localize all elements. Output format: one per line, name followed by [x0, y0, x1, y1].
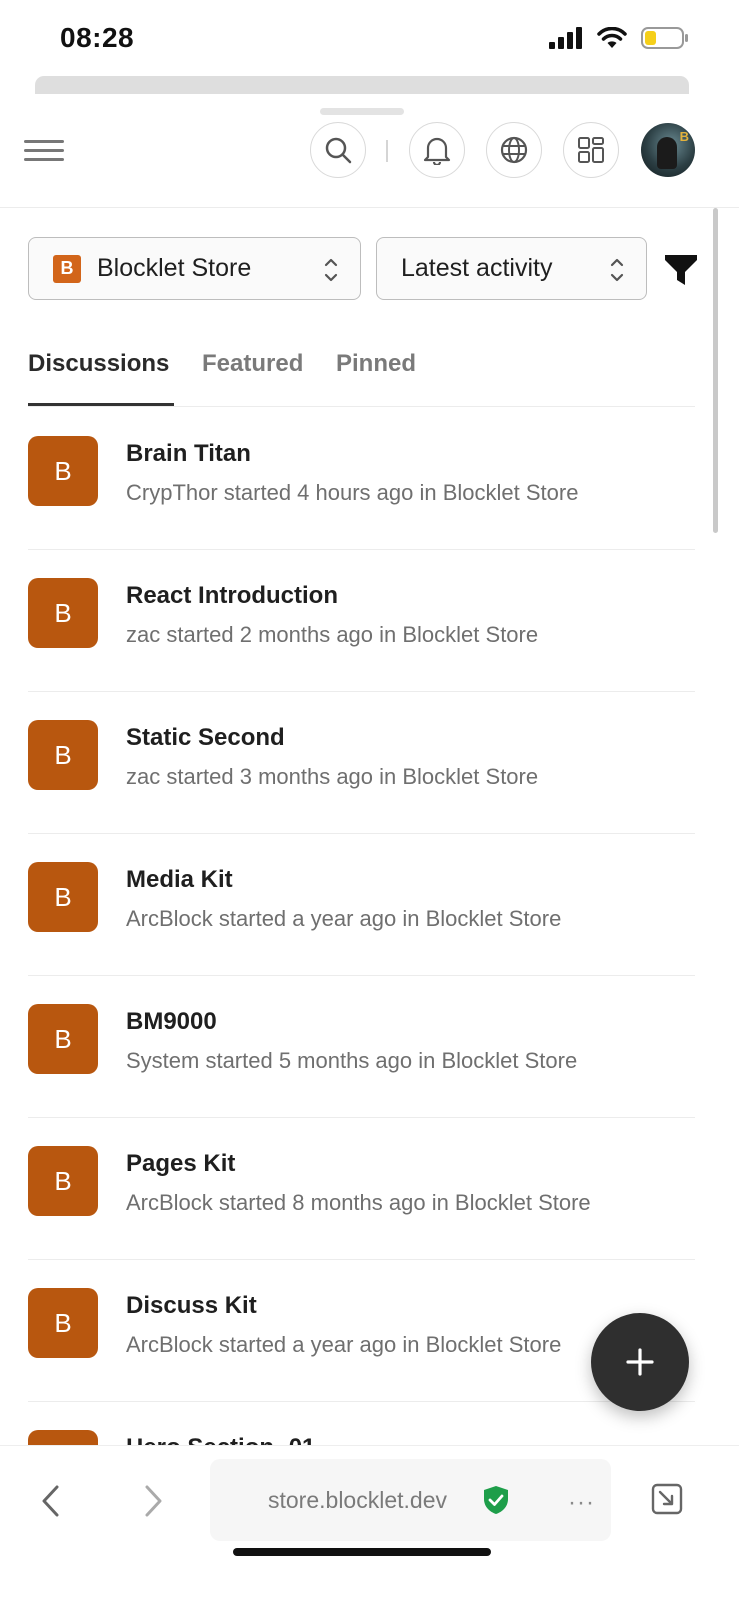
address-bar[interactable]: store.blocklet.dev ···	[210, 1459, 611, 1541]
discussion-title[interactable]: Discuss Kit	[126, 1292, 257, 1320]
board-avatar: B	[28, 436, 98, 506]
bell-icon	[423, 137, 451, 165]
header-divider	[386, 140, 388, 162]
user-avatar[interactable]: B	[641, 123, 695, 177]
discussion-title[interactable]: Pages Kit	[126, 1150, 235, 1178]
discussion-title[interactable]: Media Kit	[126, 866, 233, 894]
home-indicator[interactable]	[233, 1548, 491, 1556]
language-button[interactable]	[486, 122, 542, 178]
notifications-button[interactable]	[409, 122, 465, 178]
secure-shield-icon	[484, 1486, 508, 1514]
status-icons	[549, 26, 689, 50]
discussion-title[interactable]: BM9000	[126, 1008, 217, 1036]
avatar-badge-icon: B	[679, 129, 689, 144]
chevron-updown-icon	[610, 258, 624, 282]
minimize-window-icon[interactable]	[650, 1482, 684, 1516]
board-avatar: B	[28, 1288, 98, 1358]
sort-select[interactable]: Latest activity	[376, 237, 647, 300]
battery-icon	[641, 27, 688, 49]
discussion-title[interactable]: Hero Section -01	[126, 1434, 315, 1445]
wifi-icon	[597, 27, 627, 48]
search-button[interactable]	[310, 122, 366, 178]
menu-icon-line	[24, 148, 64, 152]
signal-icon	[549, 27, 582, 49]
discussion-title[interactable]: Static Second	[126, 724, 285, 752]
chevron-updown-icon	[324, 258, 338, 282]
discussion-list: B Brain Titan CrypThor started 4 hours a…	[28, 408, 695, 1445]
tab-discussions[interactable]: Discussions	[28, 350, 169, 378]
forward-arrow-icon[interactable]	[140, 1484, 166, 1518]
discussion-meta: zac started 2 months ago in Blocklet Sto…	[126, 622, 539, 647]
scrollbar[interactable]	[713, 208, 718, 533]
browser-bottom-bar: store.blocklet.dev ···	[0, 1445, 739, 1600]
discussion-meta: ArcBlock started 8 months ago in Blockle…	[126, 1190, 591, 1215]
status-time: 08:28	[60, 22, 135, 53]
board-avatar: B	[28, 578, 98, 648]
list-item[interactable]: B Media Kit ArcBlock started a year ago …	[28, 834, 695, 976]
board-avatar: B	[28, 720, 98, 790]
tab-featured[interactable]: Featured	[202, 350, 303, 378]
store-select-value: Blocklet Store	[97, 254, 252, 282]
discussion-meta: zac started 3 months ago in Blocklet Sto…	[126, 764, 539, 789]
menu-button[interactable]	[24, 134, 64, 166]
store-select[interactable]: B Blocklet Store	[28, 237, 361, 300]
globe-icon	[500, 136, 528, 164]
app-header: B	[0, 118, 739, 208]
discussion-title[interactable]: Brain Titan	[126, 440, 251, 468]
discussion-tabs: Discussions Featured Pinned	[28, 340, 695, 407]
sort-select-value: Latest activity	[401, 254, 553, 282]
store-icon: B	[53, 254, 81, 283]
status-bar: 08:28	[0, 0, 739, 70]
grid-icon	[578, 137, 604, 163]
board-avatar: B	[28, 862, 98, 932]
board-avatar: B	[28, 1430, 98, 1445]
board-avatar: B	[28, 1146, 98, 1216]
active-tab-indicator	[28, 403, 174, 406]
search-icon	[325, 137, 352, 164]
list-item[interactable]: B BM9000 System started 5 months ago in …	[28, 976, 695, 1118]
list-item[interactable]: B Brain Titan CrypThor started 4 hours a…	[28, 408, 695, 550]
list-item[interactable]: B Pages Kit ArcBlock started 8 months ag…	[28, 1118, 695, 1260]
new-discussion-button[interactable]	[591, 1313, 689, 1411]
more-options-button[interactable]: ···	[568, 1489, 595, 1517]
plus-icon	[626, 1348, 654, 1376]
board-avatar: B	[28, 1004, 98, 1074]
list-item[interactable]: B Static Second zac started 3 months ago…	[28, 692, 695, 834]
discussion-meta: CrypThor started 4 hours ago in Blocklet…	[126, 480, 579, 505]
menu-icon-line	[24, 157, 64, 161]
discussion-meta: System started 5 months ago in Blocklet …	[126, 1048, 578, 1073]
back-arrow-icon[interactable]	[38, 1484, 64, 1518]
url-text: store.blocklet.dev	[268, 1487, 447, 1513]
browser-top-bar	[35, 76, 689, 94]
filter-icon[interactable]	[663, 252, 699, 288]
list-item[interactable]: B React Introduction zac started 2 month…	[28, 550, 695, 692]
list-item[interactable]: B Hero Section -01	[28, 1402, 695, 1445]
menu-icon-line	[24, 139, 64, 143]
discussion-title[interactable]: React Introduction	[126, 582, 338, 610]
discussion-meta: ArcBlock started a year ago in Blocklet …	[126, 906, 562, 931]
sheet-handle[interactable]	[320, 108, 404, 115]
discussion-meta: ArcBlock started a year ago in Blocklet …	[126, 1332, 562, 1357]
tab-pinned[interactable]: Pinned	[336, 350, 416, 378]
apps-button[interactable]	[563, 122, 619, 178]
